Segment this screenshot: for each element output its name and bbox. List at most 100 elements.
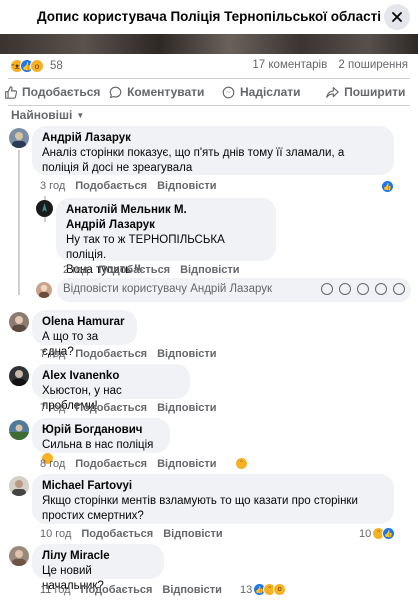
comment-bubble[interactable]: Лілу Miracle Це новий начальник? [32, 544, 164, 592]
thread-line [18, 150, 20, 295]
like-link[interactable]: Подобається [75, 348, 147, 360]
comment-bubble[interactable]: Alex Ivanenko Хьюстон, у нас проблеми! [32, 364, 190, 412]
comment-author[interactable]: Michael Fartovyi [42, 479, 384, 494]
reaction-count: 10 [359, 527, 372, 540]
comment-label: Коментувати [127, 85, 205, 99]
camera-icon[interactable] [357, 283, 369, 295]
send-button[interactable]: Надіслати [209, 80, 314, 104]
close-button[interactable] [384, 4, 410, 30]
like-link[interactable]: Подобається [81, 584, 153, 596]
comment-author[interactable]: Юрій Богданович [42, 423, 160, 438]
comment-author[interactable]: Olena Hamurar [42, 315, 127, 330]
share-count[interactable]: 2 поширення [338, 59, 408, 71]
comment-text: Якщо сторінки ментів взламують то що каз… [42, 495, 358, 507]
comment-sort-dropdown[interactable]: Найновіші ▼ [11, 108, 84, 122]
comment-bubble[interactable]: Michael Fartovyi Якщо сторінки ментів вз… [32, 474, 394, 524]
close-icon [392, 12, 402, 22]
comment-author[interactable]: Лілу Miracle [42, 549, 154, 564]
comment-meta: 10 год Подобається Відповісти [40, 528, 233, 540]
sort-label: Найновіші [11, 108, 73, 122]
comment-time[interactable]: 8 год [40, 458, 65, 470]
like-link[interactable]: Подобається [75, 402, 147, 414]
reply-input[interactable]: Відповісти користувачу Андрій Лазарук [57, 278, 411, 302]
comment-text-value: Сильна в нас поліція [42, 439, 154, 451]
wow-reaction-icon: o [273, 583, 287, 596]
comment-time[interactable]: 3 год [40, 180, 65, 192]
page-title: Допис користувача Поліція Тернопільської… [37, 9, 381, 24]
divider [8, 105, 410, 106]
share-icon [326, 86, 339, 98]
reply-link[interactable]: Відповісти [157, 458, 216, 470]
comment-reaction[interactable]: 13 👍 ᵔ o [240, 583, 287, 596]
messenger-icon [222, 86, 235, 98]
like-reaction-icon: 👍 [382, 527, 396, 540]
send-label: Надіслати [239, 85, 301, 99]
avatar[interactable] [9, 476, 29, 496]
mentioned-user[interactable]: Андрій Лазарук [66, 218, 266, 233]
reply-link[interactable]: Відповісти [157, 402, 216, 414]
like-reaction-icon: 👍 [381, 180, 394, 193]
gif-icon[interactable] [375, 283, 387, 295]
comment-button[interactable]: Коментувати [105, 80, 210, 104]
avatar-sticker-icon[interactable] [321, 283, 333, 295]
like-link[interactable]: Подобається [75, 458, 147, 470]
like-link[interactable]: Подобається [81, 528, 153, 540]
post-image[interactable] [0, 34, 418, 54]
comment-reaction[interactable]: ᵔ [235, 457, 248, 470]
comment-reaction[interactable]: 👍 [381, 180, 394, 193]
chevron-down-icon: ▼ [76, 110, 85, 120]
comment-count[interactable]: 17 коментарів [252, 59, 327, 71]
reply-link[interactable]: Відповісти [157, 180, 216, 192]
comment-meta: 7 год Подобається Відповісти [40, 402, 227, 414]
current-user-avatar [36, 282, 52, 298]
avatar[interactable] [9, 366, 29, 386]
comment-author[interactable]: Анатолій Мельник М. [66, 203, 266, 218]
avatar[interactable] [9, 128, 29, 148]
reply-placeholder: Відповісти користувачу Андрій Лазарук [63, 283, 273, 295]
comment-icon [109, 86, 122, 98]
reaction-summary[interactable]: ᵔᴥᵔ 👍 o 58 [10, 59, 63, 73]
emoji-icon[interactable] [339, 283, 351, 295]
reply-link[interactable]: Відповісти [163, 528, 222, 540]
like-link[interactable]: Подобається [98, 264, 170, 276]
comment-text: простих смертних? [42, 510, 144, 522]
comment-time[interactable]: 11 год [40, 584, 71, 596]
comment-time[interactable]: 2 год [63, 264, 88, 276]
reaction-count: 58 [50, 60, 63, 72]
reply-link[interactable]: Відповісти [162, 584, 221, 596]
comment-reaction[interactable]: 10 ᵔ 👍 [359, 527, 396, 540]
comment-text: поліція й досі не зреагувала [42, 162, 193, 174]
comment-author[interactable]: Alex Ivanenko [42, 369, 180, 384]
wow-reaction-icon: o [30, 59, 44, 73]
divider [8, 78, 410, 79]
avatar[interactable] [9, 546, 29, 566]
like-button[interactable]: Подобається [0, 80, 105, 104]
comment-meta: 7 год Подобається Відповісти [40, 348, 227, 360]
haha-reaction-icon: ᵔ [235, 457, 248, 470]
avatar[interactable] [36, 200, 53, 217]
comment-bubble[interactable]: Андрій Лазарук Аналіз сторінки показує, … [32, 126, 394, 175]
reply-bubble[interactable]: Анатолій Мельник М. Андрій Лазарук Ну та… [56, 198, 276, 276]
reaction-count: 13 [240, 583, 253, 596]
share-label: Поширити [344, 85, 406, 99]
reply-link[interactable]: Відповісти [180, 264, 239, 276]
post-actions: Подобається Коментувати Надіслати Пошири… [0, 80, 418, 104]
reply-link[interactable]: Відповісти [157, 348, 216, 360]
share-button[interactable]: Поширити [314, 80, 418, 104]
comment-meta: 8 год Подобається Відповісти [40, 458, 227, 470]
avatar[interactable] [9, 420, 29, 440]
sticker-icon[interactable] [393, 283, 405, 295]
like-label: Подобається [22, 85, 101, 99]
comment-time[interactable]: 10 год [40, 528, 71, 540]
comment-bubble[interactable]: Olena Hamurar А що то за єдна? [32, 310, 137, 358]
comment-time[interactable]: 7 год [40, 402, 65, 414]
like-link[interactable]: Подобається [75, 180, 147, 192]
comment-text: Аналіз сторінки показує, що п'ять днів т… [42, 147, 345, 159]
comment-bubble[interactable]: Юрій Богданович Сильна в нас поліція [32, 418, 170, 464]
post-stats: ᵔᴥᵔ 👍 o 58 17 коментарів 2 поширення [10, 59, 412, 75]
post-header: Допис користувача Поліція Тернопільської… [0, 0, 418, 34]
comment-meta: 3 год Подобається Відповісти [40, 180, 227, 192]
avatar[interactable] [9, 312, 29, 332]
comment-time[interactable]: 7 год [40, 348, 65, 360]
comment-author[interactable]: Андрій Лазарук [42, 131, 384, 146]
